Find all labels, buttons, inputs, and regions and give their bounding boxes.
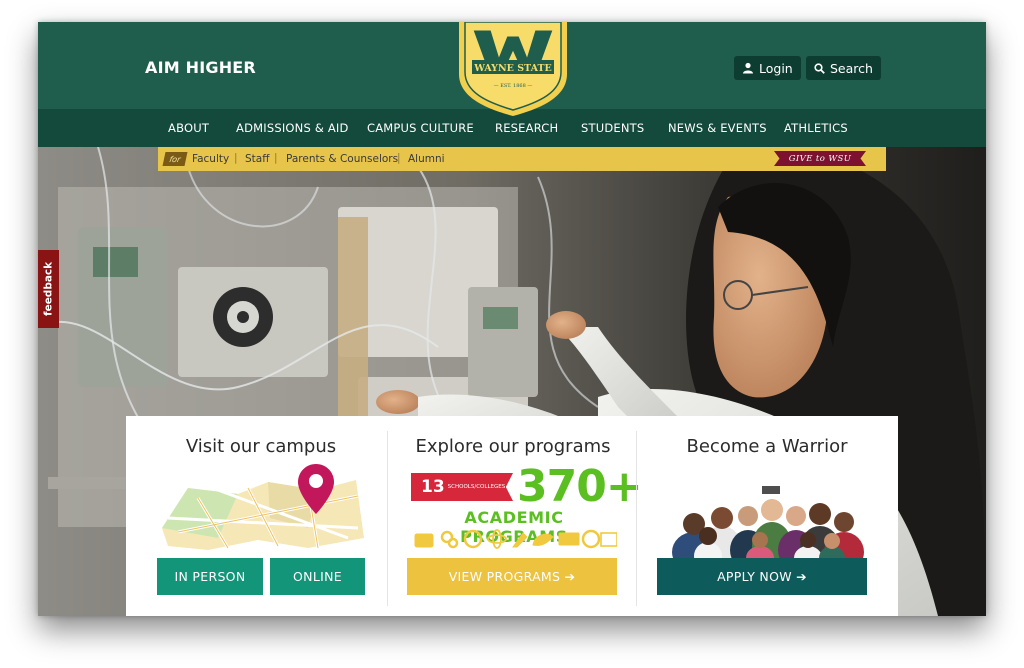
- nav-item-admissions[interactable]: ADMISSIONS & AID: [236, 121, 349, 135]
- nav-item-about[interactable]: ABOUT: [168, 121, 209, 135]
- apply-now-button[interactable]: APPLY NOW ➔: [657, 558, 867, 595]
- logo-text: WAYNE STATE: [473, 63, 552, 74]
- nav-item-campus-culture[interactable]: CAMPUS CULTURE: [367, 121, 474, 135]
- browser-page: AIM HIGHER Login Search WAYNE STATE — ES…: [38, 22, 986, 616]
- schools-badge: 13 SCHOOLS/COLLEGES: [411, 473, 513, 501]
- audience-bar: for Faculty | Staff | Parents & Counselo…: [158, 147, 886, 171]
- audience-link-faculty[interactable]: Faculty: [192, 153, 229, 165]
- login-label: Login: [759, 60, 793, 76]
- nav-item-students[interactable]: STUDENTS: [581, 121, 644, 135]
- online-button[interactable]: ONLINE: [270, 558, 365, 595]
- card-divider: [636, 431, 637, 606]
- visit-campus-title: Visit our campus: [185, 436, 337, 457]
- view-programs-button[interactable]: VIEW PROGRAMS ➔: [407, 558, 617, 595]
- students-group-photo: [672, 466, 866, 572]
- discipline-icons: [413, 529, 618, 549]
- search-label: Search: [830, 60, 873, 76]
- campus-map-illustration: [158, 464, 366, 554]
- separator: |: [234, 152, 238, 164]
- separator: |: [274, 152, 278, 164]
- search-button[interactable]: Search: [806, 56, 881, 80]
- audience-link-alumni[interactable]: Alumni: [408, 153, 445, 165]
- audience-link-parents[interactable]: Parents & Counselors: [286, 153, 398, 165]
- login-button[interactable]: Login: [734, 56, 801, 80]
- search-icon: [814, 62, 825, 74]
- nav-item-research[interactable]: RESEARCH: [495, 121, 558, 135]
- schools-count: 13: [421, 477, 445, 497]
- logo-est: — EST. 1868 —: [494, 83, 533, 89]
- site-tagline: AIM HIGHER: [145, 58, 256, 77]
- cta-panel: Visit our campus IN PERSON ONLINE Explor…: [126, 416, 898, 616]
- wayne-state-logo[interactable]: WAYNE STATE — EST. 1868 —: [459, 22, 567, 116]
- card-divider: [387, 431, 388, 606]
- programs-graphic: 13 SCHOOLS/COLLEGES 370+ ACADEMIC PROGRA…: [411, 461, 643, 553]
- in-person-button[interactable]: IN PERSON: [157, 558, 263, 595]
- schools-label: SCHOOLS/COLLEGES: [447, 484, 506, 490]
- programs-count: 370+: [517, 461, 643, 512]
- separator: |: [397, 152, 401, 164]
- map-pin-icon: [298, 464, 334, 514]
- audience-link-staff[interactable]: Staff: [245, 153, 269, 165]
- feedback-tab[interactable]: feedback: [38, 250, 59, 328]
- nav-item-news-events[interactable]: NEWS & EVENTS: [668, 121, 767, 135]
- for-tag: for: [162, 152, 188, 166]
- explore-programs-title: Explore our programs: [415, 436, 611, 457]
- give-to-wsu-button[interactable]: GIVE to WSU: [774, 151, 866, 166]
- user-icon: [742, 62, 754, 74]
- nav-item-athletics[interactable]: ATHLETICS: [784, 121, 848, 135]
- become-warrior-title: Become a Warrior: [686, 436, 848, 457]
- map-icon: [162, 480, 364, 550]
